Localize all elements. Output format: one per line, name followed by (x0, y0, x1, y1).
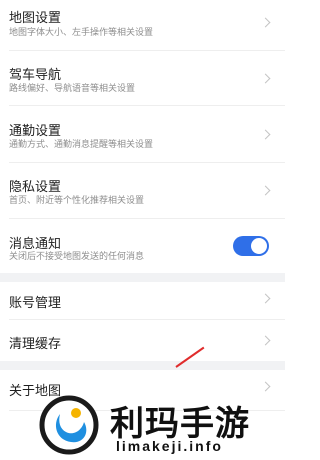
settings-item-privacy[interactable]: 隐私设置 首页、附近等个性化推荐相关设置 (0, 163, 285, 218)
section-gap (0, 273, 285, 282)
chevron-right-icon (260, 293, 271, 304)
toggle-knob (251, 238, 267, 254)
chevron-right-icon (260, 185, 271, 196)
settings-screen: 地图设置 地图字体大小、左手操作等相关设置 驾车导航 路线偏好、导航语音等相关设… (0, 0, 285, 460)
settings-item-map-subtitle: 地图字体大小、左手操作等相关设置 (9, 27, 154, 37)
settings-item-cache-title: 清理缓存 (9, 336, 62, 351)
chevron-right-icon (260, 17, 271, 28)
watermark-logo-icon (39, 395, 99, 455)
chevron-right-icon (260, 381, 271, 392)
settings-item-driving-nav[interactable]: 驾车导航 路线偏好、导航语音等相关设置 (0, 51, 285, 105)
chevron-right-icon (260, 335, 271, 346)
watermark-domain: limakeji.info (116, 438, 223, 454)
chevron-right-icon (260, 129, 271, 140)
settings-item-account-title: 账号管理 (9, 295, 62, 310)
section-gap (0, 361, 285, 370)
notifications-toggle[interactable] (233, 236, 269, 256)
settings-item-driving-nav-subtitle: 路线偏好、导航语音等相关设置 (9, 83, 136, 93)
settings-item-map[interactable]: 地图设置 地图字体大小、左手操作等相关设置 (0, 0, 285, 50)
settings-item-cache[interactable]: 清理缓存 (0, 320, 285, 361)
settings-item-notifications: 消息通知 关闭后不接受地图发送的任何消息 (0, 219, 285, 273)
settings-item-notifications-subtitle: 关闭后不接受地图发送的任何消息 (9, 251, 145, 261)
settings-item-commute[interactable]: 通勤设置 通勤方式、通勤消息提醒等相关设置 (0, 106, 285, 162)
settings-item-map-title: 地图设置 (9, 10, 62, 25)
settings-item-commute-subtitle: 通勤方式、通勤消息提醒等相关设置 (9, 139, 154, 149)
watermark: 利玛手游 limakeji.info (38, 394, 285, 460)
settings-item-privacy-subtitle: 首页、附近等个性化推荐相关设置 (9, 195, 145, 205)
chevron-right-icon (260, 73, 271, 84)
settings-item-account[interactable]: 账号管理 (0, 282, 285, 319)
